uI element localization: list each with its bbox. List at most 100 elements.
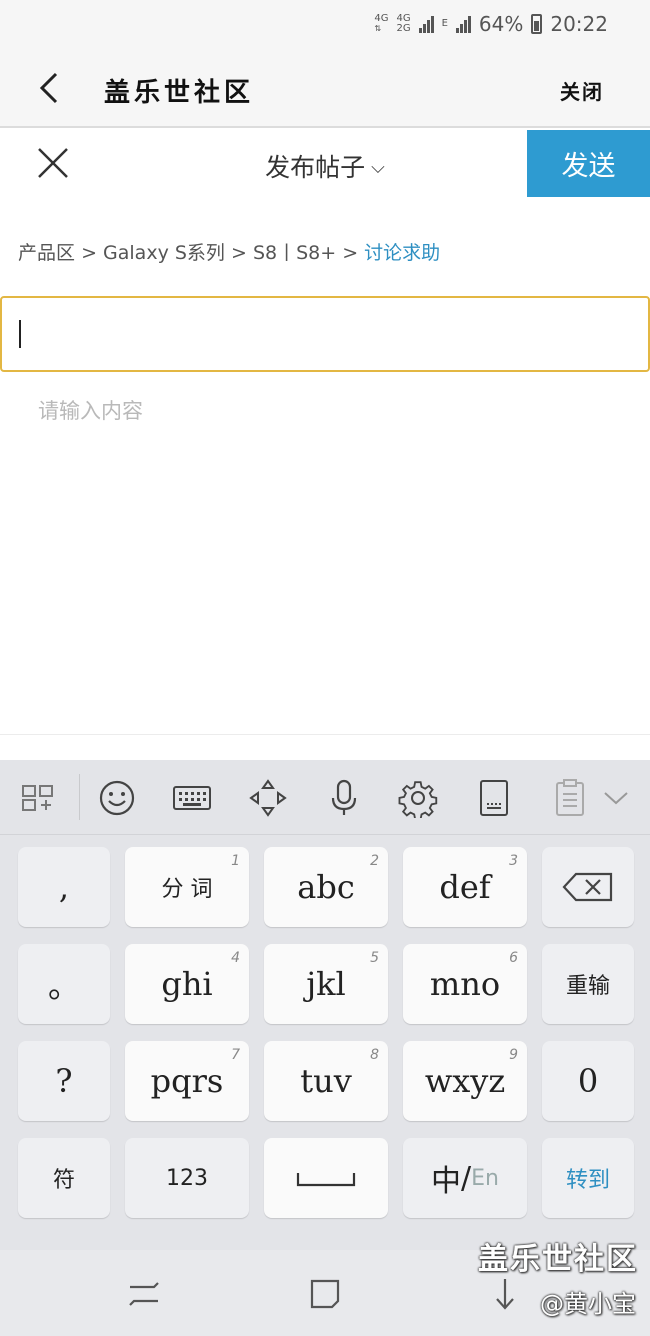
breadcrumb-separator: >: [81, 242, 97, 264]
key-0[interactable]: 0: [542, 1041, 634, 1121]
key-question[interactable]: ?: [18, 1041, 110, 1121]
battery-icon: [531, 14, 543, 34]
title-input[interactable]: [0, 296, 650, 372]
divider: [0, 734, 650, 735]
watermark-title: 盖乐世社区: [478, 1242, 638, 1277]
app-bar: 盖乐世社区 关闭: [0, 48, 650, 128]
compose-header: 发布帖子 ⌵ 发送: [0, 130, 650, 198]
emoji-icon[interactable]: [97, 778, 137, 818]
key-label: tuv: [300, 1062, 352, 1100]
key-label: 重输: [565, 974, 610, 999]
backspace-icon: [562, 872, 613, 902]
network-indicator: 4G ⇅: [374, 13, 389, 34]
key-2[interactable]: abc 2: [264, 847, 388, 927]
go-key[interactable]: 转到: [542, 1138, 634, 1218]
key-period[interactable]: 。: [18, 944, 110, 1024]
key-number: 8: [370, 1047, 379, 1063]
key-number: 5: [370, 950, 379, 966]
grid-add-icon[interactable]: [18, 778, 58, 818]
send-button[interactable]: 发送: [527, 130, 650, 197]
key-label: mno: [429, 965, 501, 1003]
settings-icon[interactable]: [398, 778, 438, 818]
breadcrumb: 产品区 > Galaxy S系列 > S8丨S8+ > 讨论求助: [18, 238, 440, 265]
key-4[interactable]: ghi 4: [125, 944, 249, 1024]
breadcrumb-active[interactable]: 讨论求助: [364, 242, 440, 264]
backspace-key[interactable]: [542, 847, 634, 927]
breadcrumb-item[interactable]: Galaxy S系列: [103, 242, 225, 264]
key-label: abc: [297, 868, 355, 906]
key-1[interactable]: 分 词 1: [125, 847, 249, 927]
key-label: 分 词: [161, 877, 213, 902]
key-label: 。: [47, 967, 80, 1005]
close-button[interactable]: 关闭: [560, 76, 604, 105]
key-number: 1: [231, 853, 240, 869]
chevron-down-icon: ⌵: [371, 157, 385, 178]
key-label: 0: [577, 1062, 599, 1100]
toolbar-separator: [79, 774, 80, 820]
key-9[interactable]: wxyz 9: [403, 1041, 527, 1121]
key-label: ?: [55, 1062, 73, 1100]
key-7[interactable]: pqrs 7: [125, 1041, 249, 1121]
recent-apps-button[interactable]: [124, 1274, 164, 1314]
key-6[interactable]: mno 6: [403, 944, 527, 1024]
key-5[interactable]: jkl 5: [264, 944, 388, 1024]
key-number: 4: [231, 950, 240, 966]
key-label: 123: [166, 1165, 208, 1191]
key-comma[interactable]: ,: [18, 847, 110, 927]
compose-title: 发布帖子: [265, 153, 366, 182]
small-keyboard-icon[interactable]: [474, 778, 514, 818]
keyboard: , 分 词 1 abc 2 def 3 。 ghi 4 jkl 5 mno 6 重输 ? p…: [0, 835, 650, 1250]
key-label: ghi: [161, 965, 213, 1003]
network-label-4g: 4G: [374, 13, 389, 24]
key-label: 符: [52, 1168, 75, 1193]
watermark-author: @黄小宝: [540, 1290, 636, 1318]
key-label: 转到: [565, 1168, 610, 1193]
content-input[interactable]: 请输入内容: [38, 395, 143, 425]
chevron-left-icon: [39, 72, 58, 104]
symbols-key[interactable]: 符: [18, 1138, 110, 1218]
key-label: ,: [58, 868, 70, 906]
back-button[interactable]: [30, 68, 70, 108]
microphone-icon[interactable]: [324, 778, 364, 818]
signal-icon: [418, 15, 434, 33]
key-label: def: [439, 868, 491, 906]
recent-apps-icon: [129, 1282, 159, 1306]
breadcrumb-separator: >: [342, 242, 359, 264]
key-label: pqrs: [150, 1062, 224, 1100]
key-number: 6: [509, 950, 518, 966]
space-key[interactable]: [264, 1138, 388, 1218]
breadcrumb-separator: >: [230, 242, 247, 264]
signal-icon-2: [455, 15, 471, 33]
key-number: 9: [509, 1047, 518, 1063]
language-switch-key[interactable]: 中 / En: [403, 1138, 527, 1218]
clipboard-icon[interactable]: [550, 778, 590, 818]
breadcrumb-item[interactable]: 产品区: [18, 242, 75, 264]
retype-key[interactable]: 重输: [542, 944, 634, 1024]
status-bar: 4G ⇅ 4G 2G E 64% 20:22: [0, 0, 650, 48]
key-3[interactable]: def 3: [403, 847, 527, 927]
key-number: 2: [370, 853, 379, 869]
lang-separator: /: [461, 1160, 472, 1196]
network-label-2g: 2G: [396, 23, 411, 34]
keyboard-icon[interactable]: [172, 778, 212, 818]
network-label-e: E: [441, 18, 448, 29]
clock: 20:22: [550, 12, 608, 36]
key-number: 3: [509, 853, 518, 869]
key-label: wxyz: [424, 1062, 506, 1100]
cursor-move-icon[interactable]: [248, 778, 288, 818]
key-8[interactable]: tuv 8: [264, 1041, 388, 1121]
home-button[interactable]: [305, 1274, 345, 1314]
lang-zh: 中: [431, 1164, 462, 1199]
collapse-icon[interactable]: [596, 778, 636, 818]
battery-percent: 64%: [478, 12, 524, 36]
key-number: 7: [231, 1047, 240, 1063]
back-nav-button[interactable]: [488, 1274, 528, 1314]
space-icon: [296, 1173, 356, 1187]
lang-en: En: [471, 1165, 499, 1191]
breadcrumb-item[interactable]: S8丨S8+: [253, 242, 336, 264]
text-cursor: [19, 320, 21, 348]
app-title: 盖乐世社区: [104, 78, 255, 108]
numbers-key[interactable]: 123: [125, 1138, 249, 1218]
home-icon: [310, 1279, 340, 1309]
network-e-indicator: E: [442, 19, 448, 29]
